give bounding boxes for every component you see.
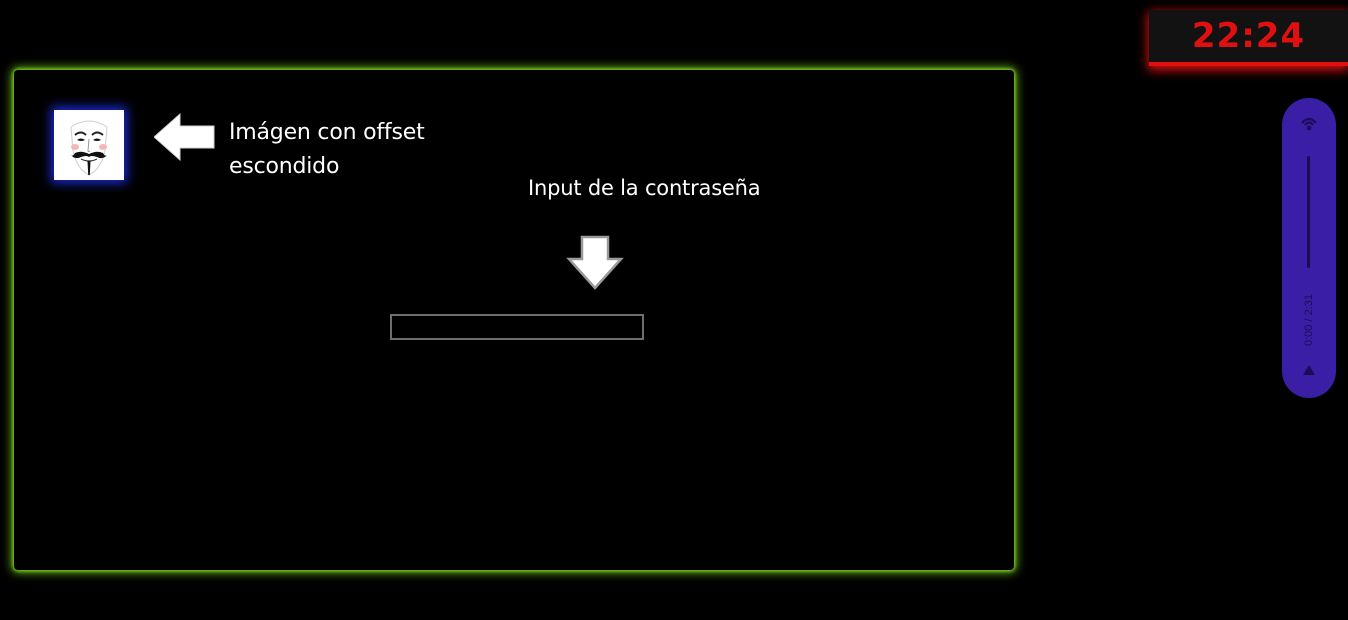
hidden-offset-image xyxy=(54,110,124,180)
clock-time: 22:24 xyxy=(1191,16,1306,56)
arrow-down-icon xyxy=(566,235,624,290)
password-input-note: Input de la contraseña xyxy=(528,176,761,200)
guy-fawkes-mask-icon xyxy=(70,120,108,176)
play-icon[interactable] xyxy=(1302,364,1316,376)
audio-player: 0:00 / 2:31 xyxy=(1282,98,1336,398)
password-input[interactable] xyxy=(390,314,644,340)
arrow-left-icon xyxy=(154,112,215,162)
volume-icon[interactable] xyxy=(1299,114,1319,134)
image-note-line1: Imágen con offset xyxy=(229,120,425,145)
clock-display: 22:24 xyxy=(1149,10,1348,66)
seek-slider[interactable] xyxy=(1307,156,1310,268)
image-note: Imágen con offset escondido xyxy=(229,116,425,184)
main-panel: Imágen con offset escondido Input de la … xyxy=(14,70,1014,570)
image-note-line2: escondido xyxy=(229,154,340,179)
time-display: 0:00 / 2:31 xyxy=(1303,294,1315,346)
